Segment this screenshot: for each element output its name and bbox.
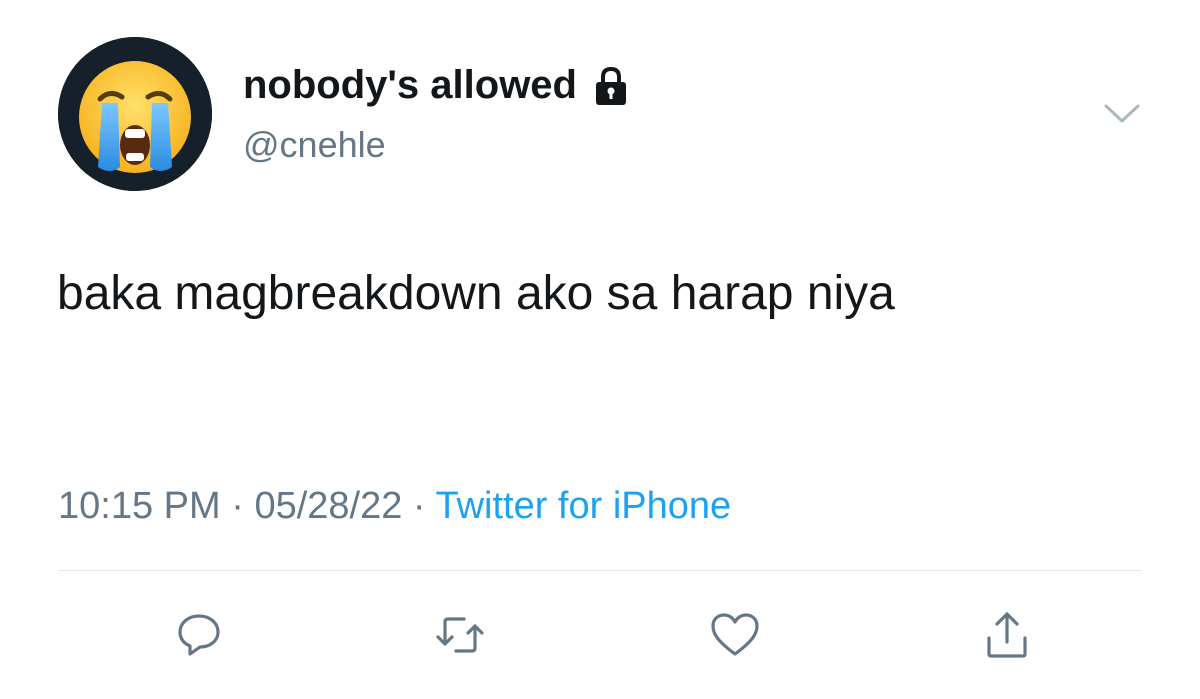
meta-separator: · [412,485,426,527]
retweet-icon [436,617,484,653]
avatar[interactable] [58,37,212,191]
share-icon [987,612,1027,658]
tweet-text: baka magbreakdown ako sa harap niya [57,267,895,320]
tweet-actions [0,600,1200,670]
more-options-button[interactable] [1102,98,1142,128]
chevron-down-icon [1104,104,1140,123]
loudly-crying-face-icon [58,37,212,191]
retweet-button[interactable] [425,600,495,670]
heart-icon [711,613,759,656]
tweet-metadata: 10:15 PM · 05/28/22 · Twitter for iPhone [58,485,731,528]
reply-button[interactable] [164,600,234,670]
display-name[interactable]: nobody's allowed [243,63,633,108]
divider [58,570,1142,571]
reply-icon [178,614,220,656]
user-handle[interactable]: @cnehle [243,124,386,166]
tweet-time[interactable]: 10:15 PM [58,485,221,527]
tweet-source-link[interactable]: Twitter for iPhone [435,485,731,527]
meta-separator: · [231,485,244,527]
display-name-text: nobody's allowed [243,63,577,107]
like-button[interactable] [700,600,770,670]
lock-icon [595,66,626,105]
share-button[interactable] [972,600,1042,670]
tweet-date[interactable]: 05/28/22 [254,485,402,527]
